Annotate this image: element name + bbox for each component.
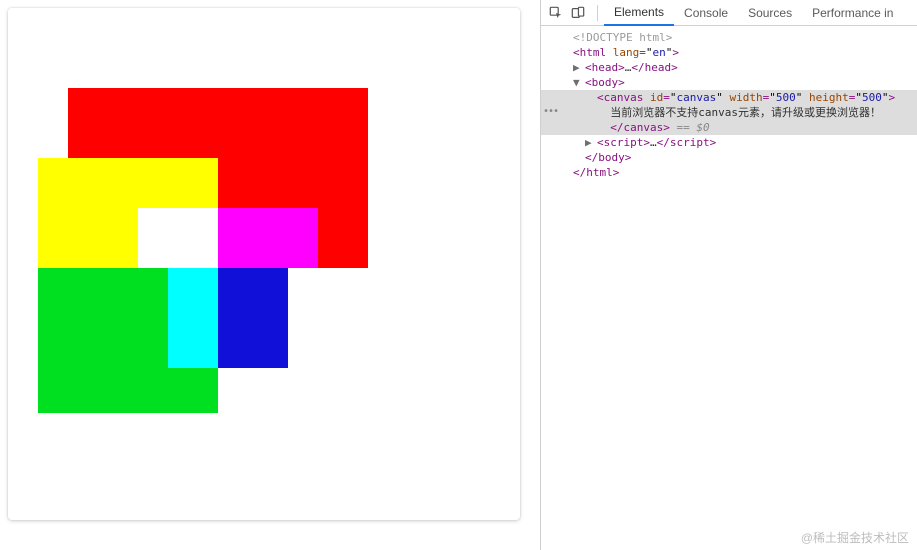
dom-tree[interactable]: ••• <!DOCTYPE html> <html lang="en"> ▶<h… [541, 26, 917, 550]
devtools-toolbar: Elements Console Sources Performance in [541, 0, 917, 26]
dom-script[interactable]: ▶<script>…</script> [541, 135, 917, 150]
toolbar-separator [597, 5, 598, 21]
tab-performance[interactable]: Performance in [802, 0, 903, 26]
tab-elements[interactable]: Elements [604, 0, 674, 26]
dom-body-close[interactable]: </body> [541, 150, 917, 165]
rect-magenta [218, 208, 318, 268]
dom-body-open[interactable]: ▼<body> [541, 75, 917, 90]
dom-canvas-fallback-text[interactable]: 当前浏览器不支持canvas元素，请升级或更换浏览器！ [541, 105, 917, 120]
tab-console[interactable]: Console [674, 0, 738, 26]
dom-doctype[interactable]: <!DOCTYPE html> [541, 30, 917, 45]
rect-cyan [168, 268, 218, 368]
rect-blue [218, 268, 288, 368]
page-preview-pane [0, 0, 540, 550]
dom-html-close[interactable]: </html> [541, 165, 917, 180]
watermark-text: @稀土掘金技术社区 [801, 529, 909, 546]
devtools-panel: Elements Console Sources Performance in … [540, 0, 917, 550]
dom-canvas-close[interactable]: </canvas> == $0 [541, 120, 917, 135]
inspect-element-icon[interactable] [547, 4, 565, 22]
gutter-more-icon[interactable]: ••• [543, 104, 558, 119]
dom-head[interactable]: ▶<head>…</head> [541, 60, 917, 75]
dom-canvas-open[interactable]: <canvas id="canvas" width="500" height="… [541, 90, 917, 105]
dom-html-open[interactable]: <html lang="en"> [541, 45, 917, 60]
tab-sources[interactable]: Sources [738, 0, 802, 26]
device-toolbar-icon[interactable] [569, 4, 587, 22]
canvas-element [8, 8, 520, 520]
